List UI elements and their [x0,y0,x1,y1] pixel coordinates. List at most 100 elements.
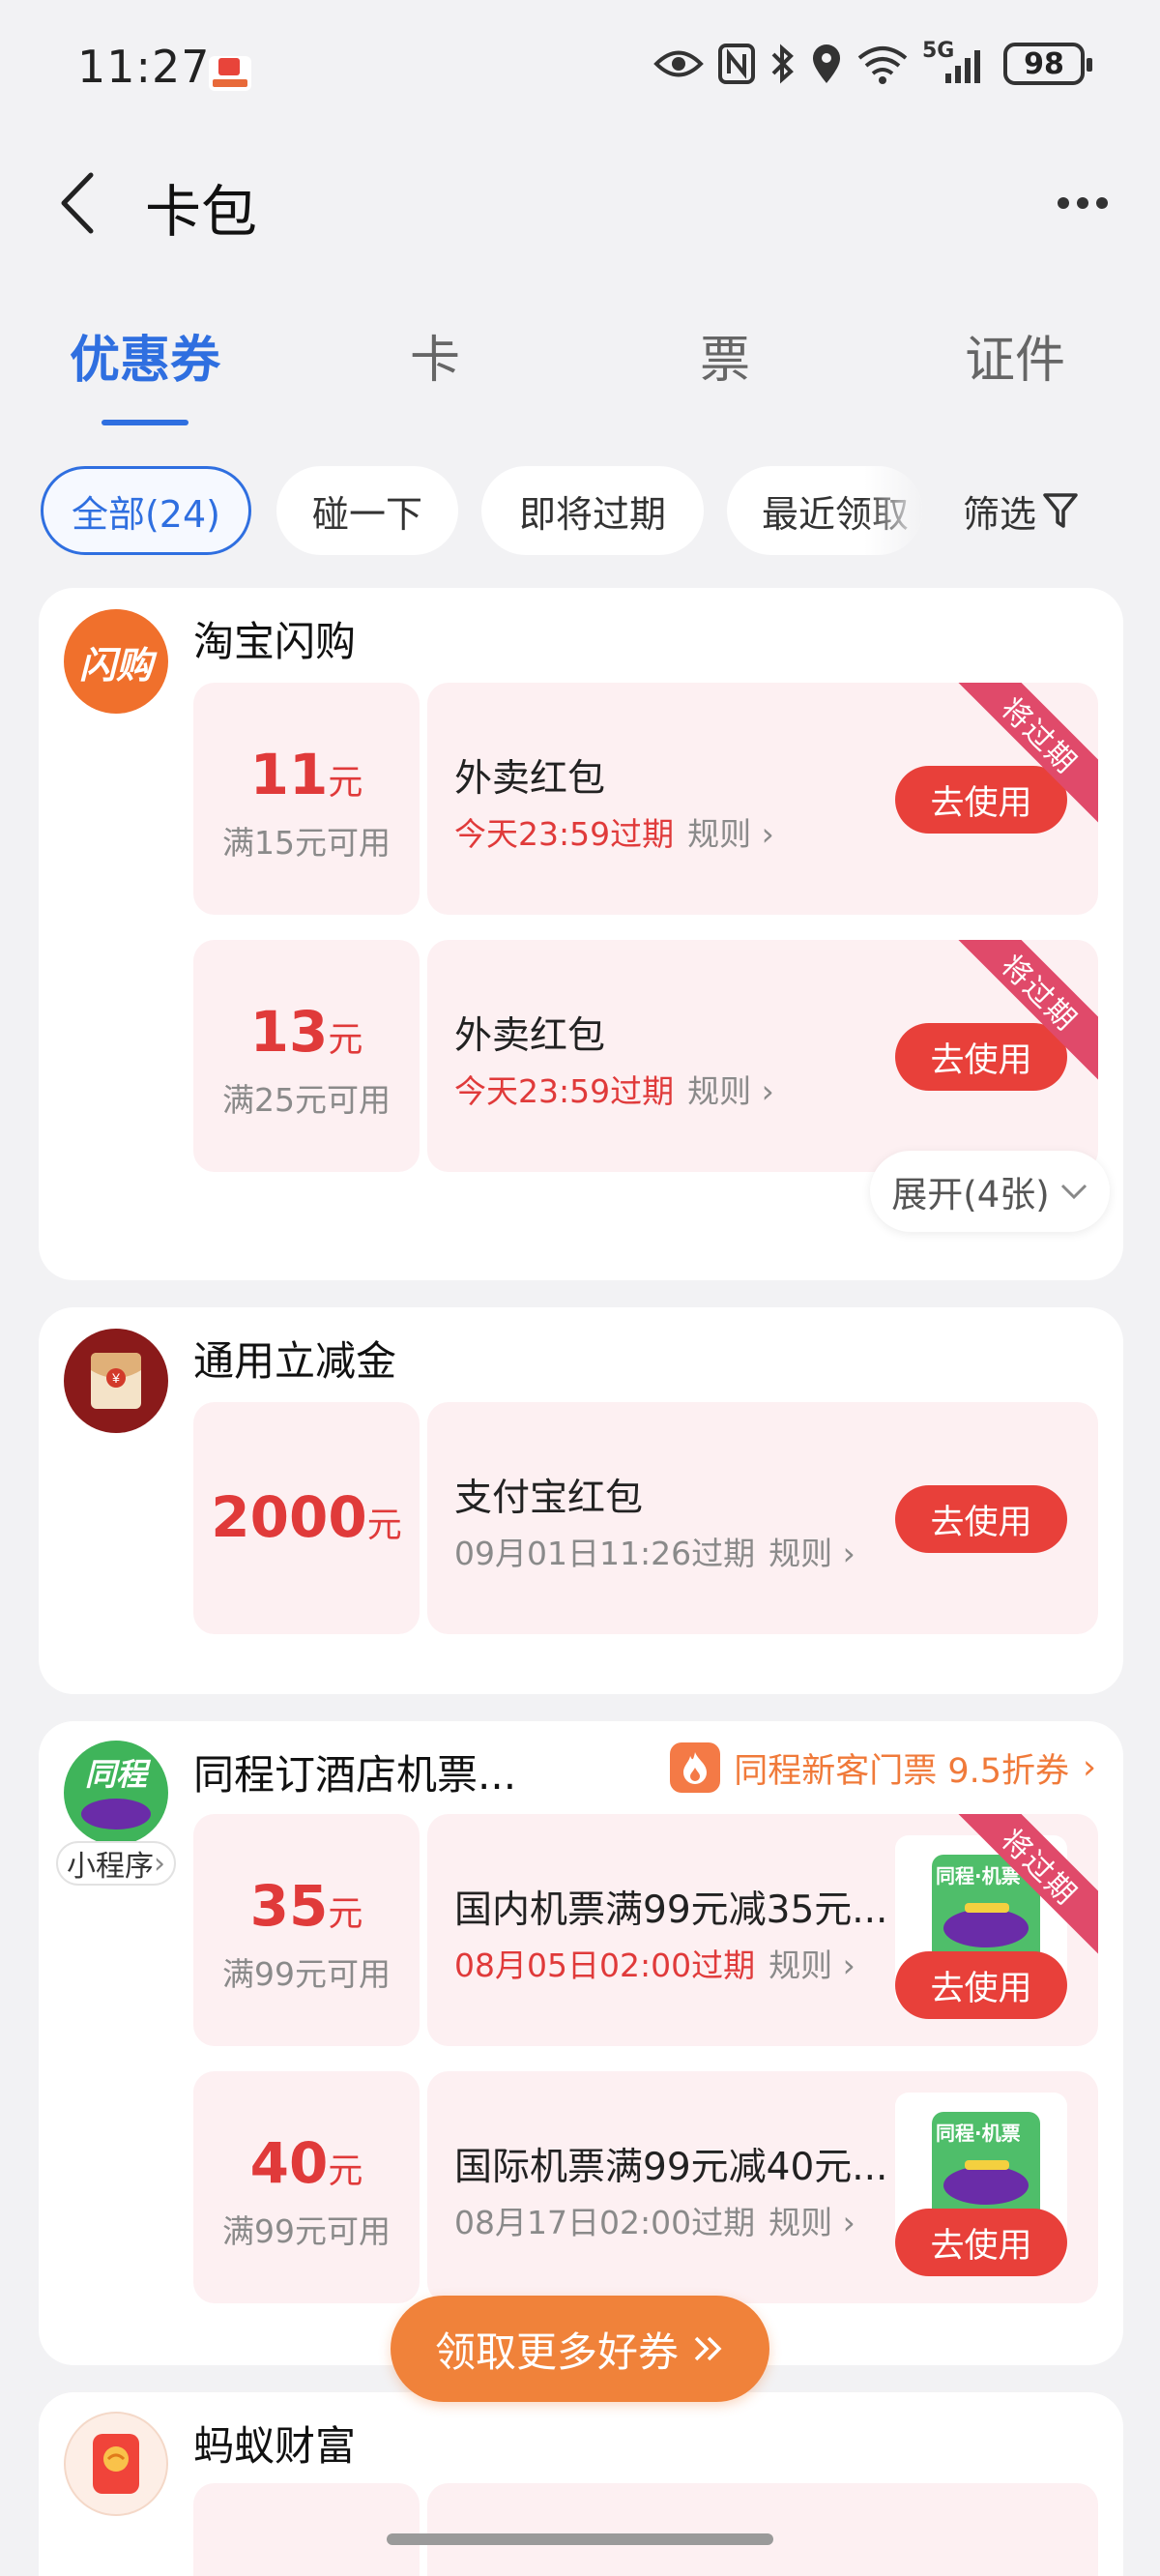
amount-value: 35 [249,1873,329,1939]
ant-fortune-logo [64,2412,168,2516]
more-dots-icon [1096,197,1108,209]
coupon-expiry: 08月05日02:00过期 规则 › [454,1940,856,1986]
filter-chip-all[interactable]: 全部(24) [41,466,251,555]
coupon-detail-panel[interactable]: 国内机票满99元减35元... 08月05日02:00过期 规则 › 同程·机票 … [427,1814,1098,2046]
use-coupon-button[interactable]: 去使用 [895,1485,1067,1553]
expiry-text: 08月05日02:00过期 [454,1947,756,1984]
coupon-detail-panel[interactable]: 国际机票满99元减40元... 08月17日02:00过期 规则 › 同程·机票 … [427,2071,1098,2303]
chevron-right-icon: › [842,1947,856,1984]
coupon-value-panel: 2000元 [193,1402,420,1634]
tongcheng-logo: 同程 [64,1741,168,1845]
use-coupon-button[interactable]: 去使用 [895,1951,1067,2019]
promo-text: 同程新客门票 9.5折券 [734,1751,1069,1791]
coupon-expiry: 今天23:59过期 规则 › [454,1066,774,1112]
coupon-value-panel: 11元 满15元可用 [193,683,420,915]
use-coupon-button[interactable]: 去使用 [895,766,1067,834]
coupon-condition: 满25元可用 [222,1081,391,1119]
use-coupon-button[interactable]: 去使用 [895,2209,1067,2276]
chevron-right-icon: › [761,815,774,853]
tab-coupons[interactable]: 优惠券 [0,319,290,392]
coupon-group-ant-fortune: 蚂蚁财富 [39,2392,1123,2576]
amount-value: 13 [249,999,329,1065]
amount-value: 11 [249,742,329,807]
page-title: 卡包 [145,179,258,245]
wifi-icon [857,46,908,84]
coupon-item: 13元 满25元可用 外卖红包 今天23:59过期 规则 › 去使用 将过期 [193,940,1098,1172]
chevron-down-icon [1060,1184,1087,1200]
coupon-value-panel: 13元 满25元可用 [193,940,420,1172]
home-indicator[interactable] [387,2533,773,2545]
coupon-value-panel: 35元 满99元可用 [193,1814,420,2046]
status-time: 11:27 [77,41,211,93]
filter-chip-tap[interactable]: 碰一下 [276,466,458,555]
filter-chip-recent[interactable]: 最近领取 [727,466,922,555]
filter-label: 筛选 [963,492,1037,536]
amount-unit: 元 [328,2152,363,2191]
chevron-right-icon: › [842,1535,856,1572]
blimp-icon [943,2160,1029,2205]
coupon-amount: 11元 [193,743,420,815]
group-title: 蚂蚁财富 [193,2422,357,2470]
tab-cards[interactable]: 卡 [290,319,580,392]
coupon-item: 35元 满99元可用 国内机票满99元减35元... 08月05日02:00过期… [193,1814,1098,2046]
amount-value: 2000 [211,1484,367,1550]
tab-documents[interactable]: 证件 [870,319,1160,392]
expiry-text: 09月01日11:26过期 [454,1535,756,1572]
battery-indicator: 98 [1003,43,1092,85]
expiry-text: 今天23:59过期 [454,1072,675,1110]
red-envelope-icon: ¥ [91,1353,141,1409]
filter-button[interactable]: 筛选 [963,466,1079,555]
back-arrow-icon [61,172,94,234]
more-dots-icon [1077,197,1088,209]
coupon-detail-panel[interactable]: 支付宝红包 09月01日11:26过期 规则 › 去使用 [427,1402,1098,1634]
chevron-right-icon: › [154,1846,165,1881]
thumb-text: 同程·机票 [936,1864,1021,1888]
coupon-amount: 40元 [193,2131,420,2204]
rules-label: 规则 [768,1947,833,1984]
promo-link[interactable]: 同程新客门票 9.5折券 › [670,1742,1096,1793]
rules-link[interactable]: 规则 › [768,2204,856,2241]
amount-unit: 元 [328,1020,363,1060]
double-chevron-right-icon [694,2336,722,2361]
coupon-group-taobao: 闪购 淘宝闪购 11元 满15元可用 外卖红包 今天23:59过期 规则 › 去使… [39,588,1123,1280]
coupon-name: 外卖红包 [454,757,606,801]
more-options-button[interactable] [1044,174,1121,232]
expand-button[interactable]: 展开(4张) [870,1151,1110,1232]
rules-link[interactable]: 规则 › [768,1947,856,1984]
mini-badge-label: 小程序 [67,1850,154,1884]
coupon-item: 40元 满99元可用 国际机票满99元减40元... 08月17日02:00过期… [193,2071,1098,2303]
coupon-condition: 满15元可用 [222,824,391,862]
blimp-icon [943,1903,1029,1947]
coupon-amount: 35元 [193,1874,420,1947]
get-more-coupons-button[interactable]: 领取更多好券 [391,2296,769,2402]
notification-app-icon [209,56,251,91]
use-coupon-button[interactable]: 去使用 [895,1023,1067,1091]
coupon-detail-panel[interactable]: 外卖红包 今天23:59过期 规则 › 去使用 将过期 [427,683,1098,915]
filter-chip-expiring[interactable]: 即将过期 [481,466,704,555]
rules-link[interactable]: 规则 › [687,1072,774,1110]
rules-label: 规则 [687,1072,752,1110]
battery-level: 98 [1024,46,1064,81]
coupon-value-panel [193,2483,420,2576]
get-more-label: 领取更多好券 [434,2327,679,2376]
svg-text:¥: ¥ [111,1370,120,1386]
coupon-name: 国际机票满99元减40元... [454,2146,888,2189]
mini-program-badge[interactable]: 小程序 › [56,1841,176,1886]
back-button[interactable] [48,164,106,242]
eye-icon [653,50,704,77]
logo-text: 闪购 [78,643,153,687]
coupon-item: 11元 满15元可用 外卖红包 今天23:59过期 规则 › 去使用 将过期 [193,683,1098,915]
logo-text: 同程 [84,1756,147,1793]
active-tab-indicator [102,420,188,425]
group-title: 淘宝闪购 [193,618,357,665]
coupon-name: 国内机票满99元减35元... [454,1888,888,1932]
rules-link[interactable]: 规则 › [768,1535,856,1572]
coupon-detail-panel[interactable] [427,2483,1098,2576]
app-header: 卡包 [0,145,1160,271]
coupon-expiry: 09月01日11:26过期 规则 › [454,1528,856,1574]
tab-tickets[interactable]: 票 [580,319,870,392]
amount-unit: 元 [328,763,363,803]
rules-link[interactable]: 规则 › [687,815,774,853]
coupon-detail-panel[interactable]: 外卖红包 今天23:59过期 规则 › 去使用 将过期 [427,940,1098,1172]
fire-icon [670,1742,721,1793]
